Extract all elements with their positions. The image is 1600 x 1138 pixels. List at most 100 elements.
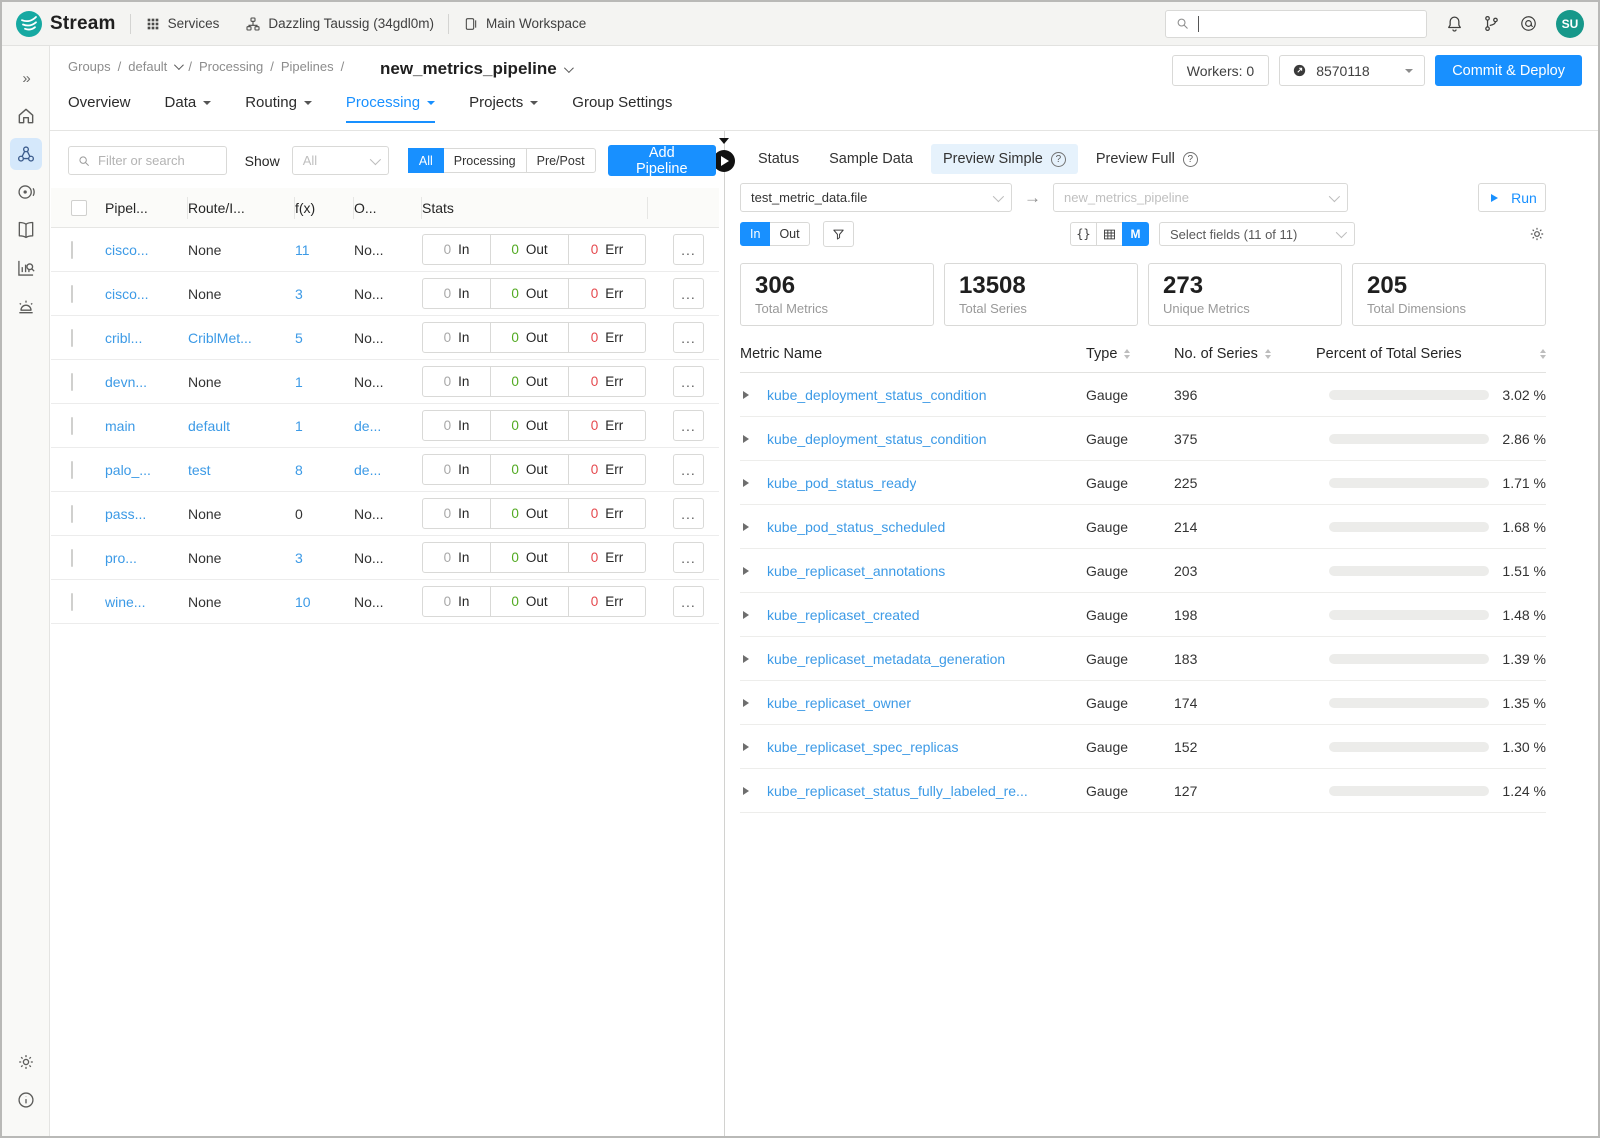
add-pipeline-button[interactable]: Add Pipeline [608,145,716,176]
metric-name-link[interactable]: kube_pod_status_ready [767,475,916,491]
col-pipeline[interactable]: Pipel... [105,200,148,216]
services-menu[interactable]: Services [145,16,220,32]
expand-row-icon[interactable] [743,743,753,751]
breadcrumb-item[interactable]: / [270,59,274,74]
preview-tab[interactable]: Status [746,144,811,174]
metric-name-link[interactable]: kube_deployment_status_condition [767,431,987,447]
col-stats[interactable]: Stats [422,200,454,216]
data-nav[interactable] [10,176,42,208]
expand-rail-button[interactable]: » [10,62,42,94]
col-type[interactable]: Type [1086,346,1117,362]
output-value[interactable]: No... [354,286,384,302]
expand-row-icon[interactable] [743,611,753,619]
in-toggle[interactable]: In [740,222,770,246]
breadcrumb-item[interactable]: Groups [68,59,111,74]
table-view-button[interactable] [1096,222,1123,246]
pipeline-name-link[interactable]: devn... [105,374,147,390]
metric-name-link[interactable]: kube_pod_status_scheduled [767,519,945,535]
output-value[interactable]: de... [354,418,381,434]
workspace-selector[interactable]: Main Workspace [463,16,586,32]
metrics-view-button[interactable]: M [1122,222,1149,246]
col-series[interactable]: No. of Series [1174,346,1258,362]
route-value[interactable]: CriblMet... [188,330,252,346]
col-percent[interactable]: Percent of Total Series [1316,346,1462,362]
info-nav[interactable] [10,1084,42,1116]
group-tab[interactable]: Processing [346,94,435,123]
segment-button[interactable]: Pre/Post [526,148,596,173]
row-menu-button[interactable]: ... [673,542,704,573]
global-search-input[interactable] [1207,16,1417,31]
pipeline-name-link[interactable]: palo_... [105,462,151,478]
output-value[interactable]: No... [354,594,384,610]
group-tab[interactable]: Projects [469,94,538,123]
group-tab[interactable]: Group Settings [572,94,672,123]
expand-row-icon[interactable] [743,787,753,795]
route-value[interactable]: test [188,462,211,478]
row-menu-button[interactable]: ... [673,366,704,397]
out-toggle[interactable]: Out [769,222,809,246]
pipelines-filter-input[interactable] [98,153,218,168]
route-value[interactable]: None [188,506,221,522]
pipeline-name-link[interactable]: wine... [105,594,145,610]
metric-name-link[interactable]: kube_replicaset_metadata_generation [767,651,1005,667]
function-count[interactable]: 1 [295,374,303,390]
route-value[interactable]: None [188,594,221,610]
expand-row-icon[interactable] [743,699,753,707]
row-menu-button[interactable]: ... [673,322,704,353]
row-checkbox[interactable] [71,417,73,435]
row-checkbox[interactable] [71,461,73,479]
breadcrumb-item[interactable]: / [118,59,122,74]
route-value[interactable]: None [188,286,221,302]
output-value[interactable]: No... [354,550,384,566]
pipeline-name-link[interactable]: main [105,418,135,434]
row-menu-button[interactable]: ... [673,586,704,617]
pipelines-filter[interactable] [68,146,227,175]
notifications-nav[interactable] [10,290,42,322]
commit-version-select[interactable]: 8570118 [1279,55,1425,86]
expand-row-icon[interactable] [743,479,753,487]
home-nav[interactable] [10,100,42,132]
monitoring-nav[interactable] [10,252,42,284]
json-view-button[interactable]: {} [1070,222,1097,246]
pipeline-name-link[interactable]: pass... [105,506,146,522]
metric-name-link[interactable]: kube_replicaset_status_fully_labeled_re.… [767,783,1028,799]
function-count[interactable]: 1 [295,418,303,434]
metric-name-link[interactable]: kube_replicaset_owner [767,695,911,711]
breadcrumb-item[interactable]: default [128,59,167,74]
preview-tab[interactable]: Preview Full [1084,144,1210,174]
row-menu-button[interactable]: ... [673,410,704,441]
preview-settings-button[interactable] [1528,225,1546,243]
expand-row-icon[interactable] [743,567,753,575]
preview-tab[interactable]: Preview Simple [931,144,1078,174]
pipeline-name-link[interactable]: cribl... [105,330,142,346]
expand-row-icon[interactable] [743,655,753,663]
metric-name-link[interactable]: kube_replicaset_spec_replicas [767,739,958,755]
help-button[interactable] [1519,14,1538,33]
route-value[interactable]: None [188,374,221,390]
row-menu-button[interactable]: ... [673,498,704,529]
group-tab[interactable]: Overview [68,94,131,123]
pipeline-select[interactable]: new_metrics_pipeline [1053,183,1348,212]
col-route[interactable]: Route/I... [188,200,245,216]
function-count[interactable]: 8 [295,462,303,478]
row-menu-button[interactable]: ... [673,234,704,265]
function-count[interactable]: 0 [295,506,303,522]
tenant-selector[interactable]: Dazzling Taussig (34gdl0m) [245,16,434,32]
sort-icon[interactable] [1265,346,1271,362]
output-value[interactable]: No... [354,374,384,390]
expand-row-icon[interactable] [743,523,753,531]
route-value[interactable]: default [188,418,230,434]
run-button[interactable]: Run [1478,183,1546,212]
row-checkbox[interactable] [71,241,73,259]
row-menu-button[interactable]: ... [673,278,704,309]
global-search[interactable] [1165,10,1427,38]
output-value[interactable]: No... [354,506,384,522]
segment-button[interactable]: All [408,148,444,173]
function-count[interactable]: 3 [295,550,303,566]
row-checkbox[interactable] [71,549,73,567]
group-tab[interactable]: Data [165,94,212,123]
select-all-checkbox[interactable] [71,200,87,216]
expand-row-icon[interactable] [743,391,753,399]
breadcrumb-item[interactable]: Pipelines [281,59,334,74]
segment-button[interactable]: Processing [443,148,527,173]
